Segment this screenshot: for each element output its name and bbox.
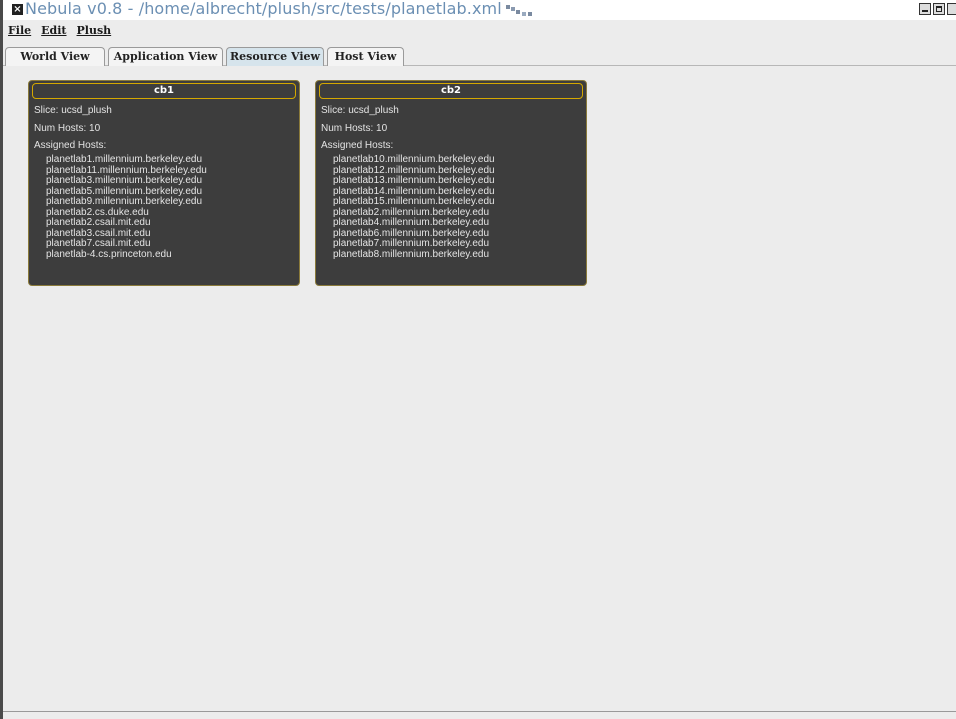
menu-plush[interactable]: Plush — [77, 22, 112, 39]
tab-resource-view[interactable]: Resource View — [226, 47, 324, 67]
host-item: planetlab9.millennium.berkeley.edu — [46, 196, 203, 207]
window-controls — [919, 3, 956, 17]
assigned-hosts-label: Assigned Hosts: — [321, 140, 394, 151]
host-item: planetlab10.millennium.berkeley.edu — [333, 154, 495, 165]
tab-bar: World View Application View Resource Vie… — [3, 46, 956, 67]
slice-card-cb2[interactable]: cb2 Slice: ucsd_plush Num Hosts: 10 Assi… — [315, 80, 587, 286]
host-item: planetlab15.millennium.berkeley.edu — [333, 196, 495, 207]
host-item: planetlab8.millennium.berkeley.edu — [333, 248, 490, 260]
host-item: planetlab4.millennium.berkeley.edu — [333, 217, 490, 228]
minimize-button[interactable] — [919, 3, 931, 15]
app-logo-icon — [506, 5, 532, 16]
host-item: planetlab2.csail.mit.edu — [46, 217, 151, 228]
host-item: planetlab3.millennium.berkeley.edu — [46, 175, 203, 186]
host-item: planetlab13.millennium.berkeley.edu — [333, 175, 495, 186]
host-item: planetlab1.millennium.berkeley.edu — [46, 154, 203, 165]
tab-world-view[interactable]: World View — [5, 47, 105, 66]
slice-label: Slice: ucsd_plush — [321, 105, 399, 116]
window-title: Nebula v0.8 - /home/albrecht/plush/src/t… — [25, 0, 502, 18]
host-item: planetlab7.csail.mit.edu — [46, 238, 151, 249]
host-list: planetlab1.millennium.berkeley.edu plane… — [46, 154, 207, 260]
resource-view-panel: cb1 Slice: ucsd_plush Num Hosts: 10 Assi… — [3, 66, 956, 711]
window-bottom-edge — [3, 711, 956, 719]
app-window: × Nebula v0.8 - /home/albrecht/plush/src… — [0, 0, 956, 719]
slice-label: Slice: ucsd_plush — [34, 105, 112, 116]
title-bar[interactable]: × Nebula v0.8 - /home/albrecht/plush/src… — [3, 0, 956, 20]
slice-name: cb1 — [32, 83, 296, 99]
menu-file[interactable]: File — [8, 22, 31, 39]
tab-application-view[interactable]: Application View — [108, 47, 223, 66]
num-hosts-label: Num Hosts: 10 — [321, 123, 388, 134]
window-close-button[interactable] — [947, 3, 956, 15]
slice-name: cb2 — [319, 83, 583, 99]
slice-card-cb1[interactable]: cb1 Slice: ucsd_plush Num Hosts: 10 Assi… — [28, 80, 300, 286]
host-item: planetlab7.millennium.berkeley.edu — [333, 238, 490, 249]
assigned-hosts-label: Assigned Hosts: — [34, 140, 107, 151]
menu-bar: File Edit Plush — [3, 22, 956, 39]
num-hosts-label: Num Hosts: 10 — [34, 123, 101, 134]
close-icon[interactable]: × — [12, 4, 23, 15]
host-item: planetlab-4.cs.princeton.edu — [46, 248, 172, 260]
tab-host-view[interactable]: Host View — [327, 47, 404, 66]
maximize-button[interactable] — [933, 3, 945, 15]
menu-edit[interactable]: Edit — [41, 22, 66, 39]
host-list: planetlab10.millennium.berkeley.edu plan… — [333, 154, 495, 260]
